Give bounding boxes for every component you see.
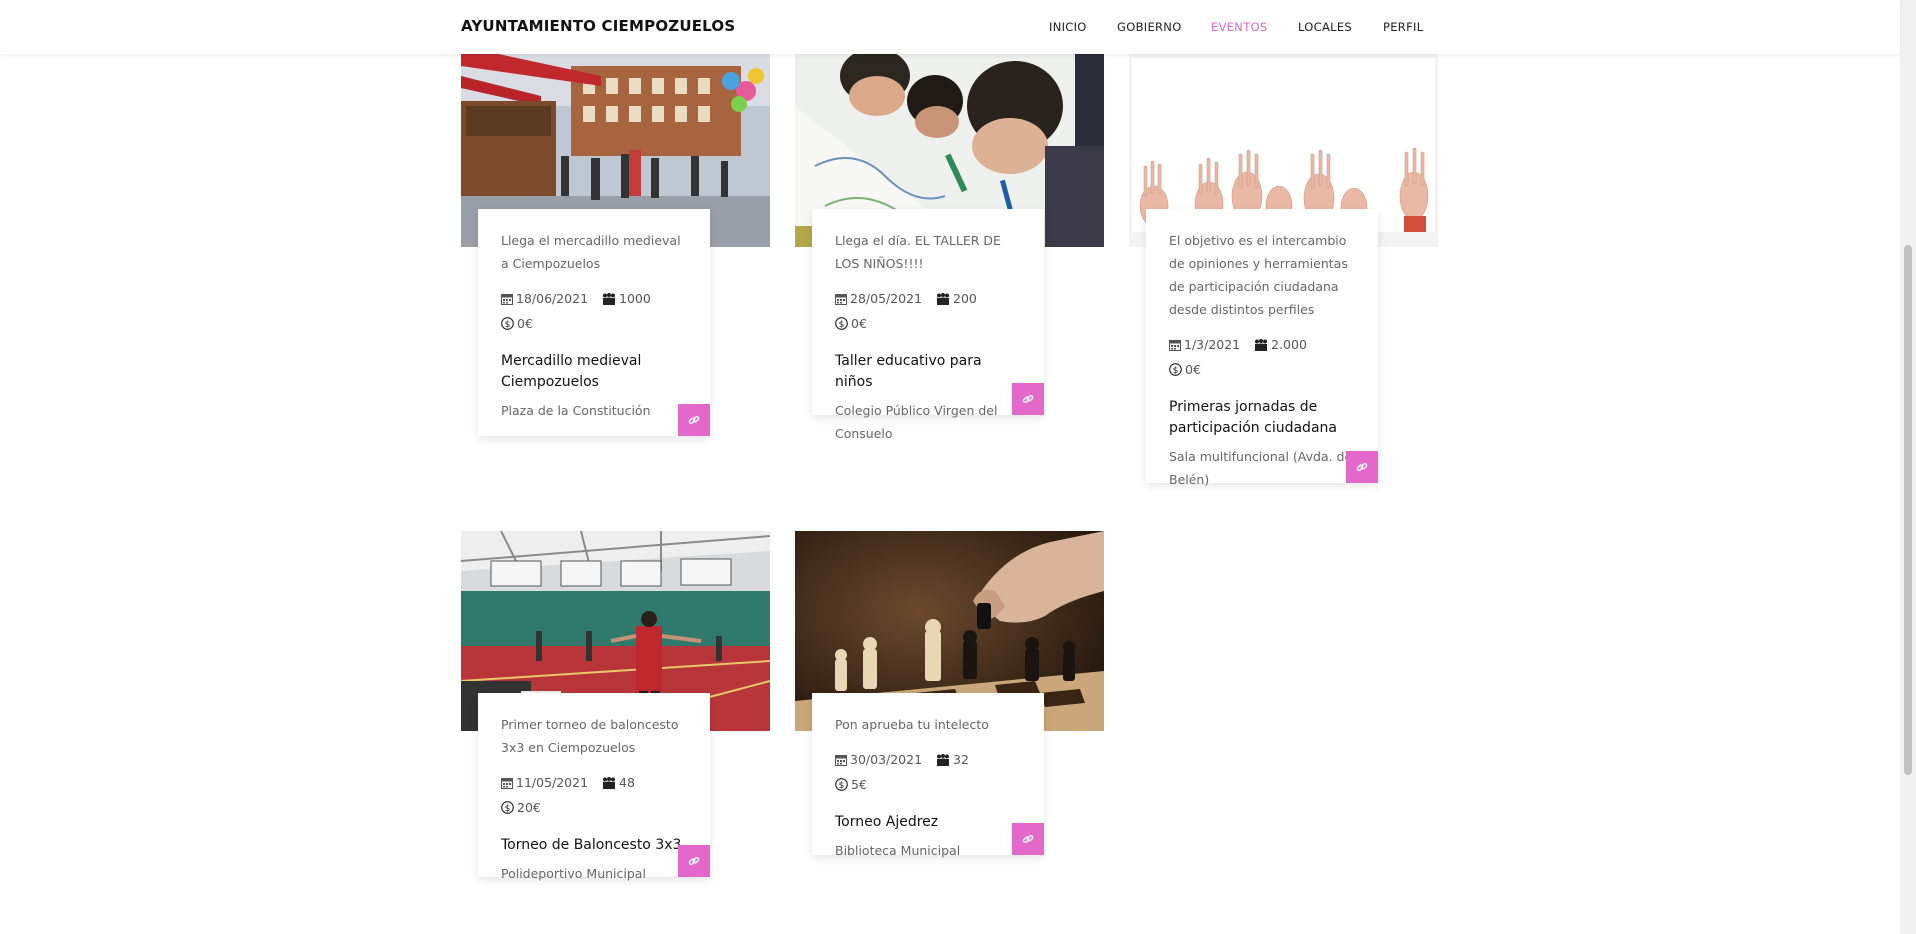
event-capacity: 1000 — [602, 287, 651, 312]
event-description: Pon aprueba tu intelecto — [835, 717, 989, 732]
event-meta: 11/05/2021 48 $20€ — [501, 771, 688, 821]
event-price-value: 0€ — [517, 316, 533, 331]
event-place: Sala multifuncional (Avda. de Belén) — [1169, 449, 1353, 487]
svg-text:$: $ — [505, 804, 511, 814]
event-description: El objetivo es el intercambio de opinion… — [1169, 233, 1348, 317]
event-title[interactable]: Torneo Ajedrez — [835, 812, 1022, 833]
calendar-icon — [501, 289, 513, 312]
event-date-value: 28/05/2021 — [850, 291, 923, 306]
calendar-icon — [835, 289, 847, 312]
event-card: Pon aprueba tu intelecto 30/03/2021 32 $… — [812, 693, 1044, 858]
event-date-value: 1/3/2021 — [1184, 337, 1241, 352]
event-link-button[interactable] — [1012, 823, 1044, 855]
people-icon — [602, 773, 616, 796]
event-price: $0€ — [501, 312, 533, 337]
top-navbar: AYUNTAMIENTO CIEMPOZUELOS INICIO GOBIERN… — [0, 0, 1900, 54]
event-price: $0€ — [835, 312, 867, 337]
dollar-circle-icon: $ — [835, 775, 848, 798]
event-description: Llega el día. EL TALLER DE LOS NIÑOS!!!! — [835, 233, 1001, 271]
event-price-value: 5€ — [851, 777, 867, 792]
event-link-button[interactable] — [1346, 451, 1378, 483]
dollar-circle-icon: $ — [1169, 360, 1182, 383]
event-price-value: 0€ — [1185, 362, 1201, 377]
event-date-value: 18/06/2021 — [516, 291, 589, 306]
event-title[interactable]: Taller educativo para niños — [835, 351, 1022, 393]
calendar-icon — [835, 750, 847, 773]
event-card: Primer torneo de baloncesto 3x3 en Ciemp… — [478, 693, 710, 881]
event-link-button[interactable] — [678, 845, 710, 877]
event-capacity-value: 200 — [953, 291, 977, 306]
dollar-circle-icon: $ — [501, 314, 514, 337]
event-capacity: 2.000 — [1254, 333, 1307, 358]
site-brand[interactable]: AYUNTAMIENTO CIEMPOZUELOS — [461, 17, 735, 35]
people-icon — [1254, 335, 1268, 358]
event-capacity: 200 — [936, 287, 977, 312]
event-description: Primer torneo de baloncesto 3x3 en Ciemp… — [501, 717, 679, 755]
event-meta: 18/06/2021 1000 $0€ — [501, 287, 688, 337]
event-title[interactable]: Mercadillo medieval Ciempozuelos — [501, 351, 688, 393]
event-price: $20€ — [501, 796, 541, 821]
event-card: Llega el mercadillo medieval a Ciempozue… — [478, 209, 710, 436]
event-place: Biblioteca Municipal — [835, 843, 961, 858]
calendar-icon — [501, 773, 513, 796]
nav-gobierno[interactable]: GOBIERNO — [1117, 20, 1182, 34]
nav-inicio[interactable]: INICIO — [1049, 20, 1087, 34]
event-link-button[interactable] — [678, 404, 710, 436]
event-place: Polideportivo Municipal — [501, 866, 646, 881]
nav-perfil[interactable]: PERFIL — [1383, 20, 1423, 34]
event-place: Plaza de la Constitución — [501, 403, 651, 418]
nav-locales[interactable]: LOCALES — [1298, 20, 1352, 34]
event-meta: 30/03/2021 32 $5€ — [835, 748, 1022, 798]
event-date: 11/05/2021 — [501, 771, 588, 796]
link-icon — [1022, 390, 1034, 409]
event-capacity-value: 2.000 — [1271, 337, 1307, 352]
link-icon — [1356, 458, 1368, 477]
event-capacity: 32 — [936, 748, 969, 773]
people-icon — [936, 289, 950, 312]
event-capacity-value: 32 — [953, 752, 969, 767]
link-icon — [688, 411, 700, 430]
event-date: 18/06/2021 — [501, 287, 588, 312]
event-date: 30/03/2021 — [835, 748, 922, 773]
dollar-circle-icon: $ — [501, 798, 514, 821]
event-price: $0€ — [1169, 358, 1201, 383]
calendar-icon — [1169, 335, 1181, 358]
link-icon — [1022, 830, 1034, 849]
page-scrollbar[interactable] — [1900, 0, 1916, 934]
event-capacity-value: 48 — [619, 775, 635, 790]
event-date-value: 30/03/2021 — [850, 752, 923, 767]
people-icon — [936, 750, 950, 773]
event-price-value: 0€ — [851, 316, 867, 331]
svg-text:$: $ — [1173, 366, 1179, 376]
event-meta: 28/05/2021 200 $0€ — [835, 287, 1022, 337]
event-title[interactable]: Torneo de Baloncesto 3x3 — [501, 835, 688, 856]
event-description: Llega el mercadillo medieval a Ciempozue… — [501, 233, 681, 271]
dollar-circle-icon: $ — [835, 314, 848, 337]
event-price-value: 20€ — [517, 800, 541, 815]
scrollbar-thumb[interactable] — [1904, 245, 1912, 775]
svg-text:$: $ — [839, 320, 845, 330]
event-title[interactable]: Primeras jornadas de participación ciuda… — [1169, 397, 1356, 439]
event-card: El objetivo es el intercambio de opinion… — [1146, 209, 1378, 487]
event-capacity-value: 1000 — [619, 291, 651, 306]
event-place: Colegio Público Virgen del Consuelo — [835, 403, 998, 441]
people-icon — [602, 289, 616, 312]
event-date: 1/3/2021 — [1169, 333, 1240, 358]
event-date: 28/05/2021 — [835, 287, 922, 312]
event-capacity: 48 — [602, 771, 635, 796]
event-meta: 1/3/2021 2.000 $0€ — [1169, 333, 1356, 383]
event-price: $5€ — [835, 773, 867, 798]
link-icon — [688, 852, 700, 871]
nav-eventos[interactable]: EVENTOS — [1211, 20, 1267, 34]
svg-text:$: $ — [505, 320, 511, 330]
svg-text:$: $ — [839, 781, 845, 791]
event-date-value: 11/05/2021 — [516, 775, 589, 790]
event-card: Llega el día. EL TALLER DE LOS NIÑOS!!!!… — [812, 209, 1044, 441]
event-link-button[interactable] — [1012, 383, 1044, 415]
